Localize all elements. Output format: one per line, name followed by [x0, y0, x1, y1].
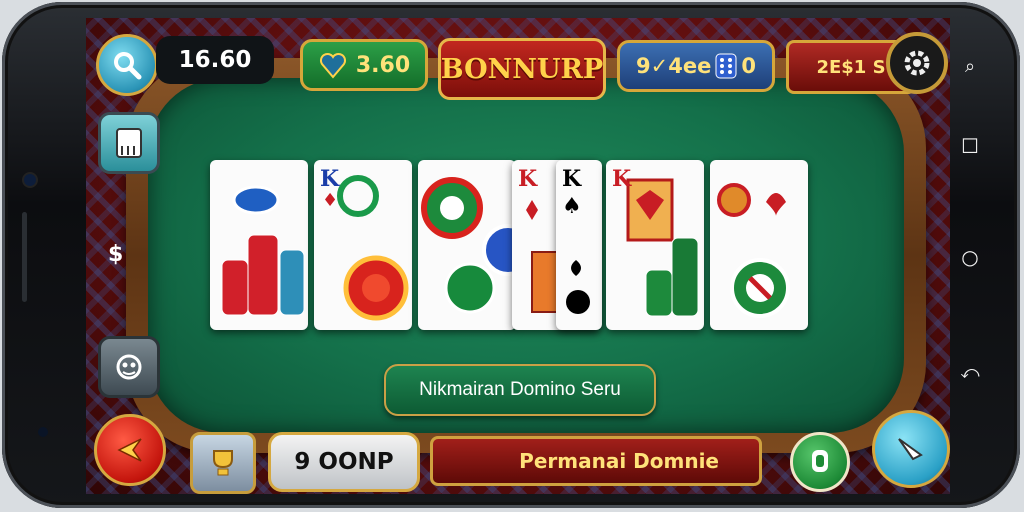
speaker-slot: [22, 212, 27, 302]
trophy-icon: [213, 450, 233, 476]
front-camera: [24, 174, 36, 186]
chip-stack-icon: [221, 185, 305, 316]
trophy-button[interactable]: [190, 432, 256, 494]
coin-balance: 16.60: [156, 36, 274, 84]
game-screen: 16.60 3.60 BONNURP 9✓4ee 0 2E$1 S $ K ♦ …: [86, 18, 950, 494]
robot-button[interactable]: [98, 336, 160, 398]
heart-shield-icon: [319, 52, 346, 79]
back-button[interactable]: [94, 414, 166, 486]
gear-icon: [904, 50, 930, 76]
nav-back-icon[interactable]: ⤺: [958, 360, 982, 384]
search-button[interactable]: [96, 34, 158, 96]
card-2[interactable]: K ♦: [314, 160, 412, 330]
card-5[interactable]: K ♠: [556, 160, 602, 330]
card-rank: K: [320, 166, 340, 192]
chip-icon: [717, 183, 790, 318]
settings-button[interactable]: [886, 32, 948, 94]
phone-frame: ⌕ ☐ ○ ⤺ 16.60 3.60 BONNURP 9✓4ee 0 2E$1 …: [2, 2, 1020, 508]
card-suit: ♦: [322, 190, 339, 211]
spade-icon: [566, 260, 590, 314]
card-6[interactable]: K: [606, 160, 704, 330]
card-rank: K: [612, 166, 632, 192]
chips-value: 9✓4ee: [636, 54, 712, 78]
chips-pill[interactable]: 9✓4ee 0: [617, 40, 775, 92]
nav-recents-icon[interactable]: ☐: [958, 134, 982, 158]
card-3[interactable]: [418, 160, 516, 330]
card-rank: K: [518, 166, 538, 192]
robot-icon: [116, 354, 142, 380]
dice-icon: [715, 53, 737, 79]
footer-title[interactable]: Permanai Domnie: [430, 436, 762, 486]
sensor-dot: [38, 427, 48, 437]
pointer-icon: [898, 438, 923, 461]
nav-home-icon[interactable]: ○: [958, 245, 982, 269]
chips-suffix: 0: [741, 54, 756, 78]
chip-button[interactable]: [790, 432, 850, 492]
score-pill[interactable]: 3.60: [300, 39, 428, 91]
card-7[interactable]: [710, 160, 808, 330]
score-value: 3.60: [355, 52, 411, 78]
green-chip-icon: [421, 177, 516, 314]
dollar-sign: $: [108, 242, 124, 267]
card-1[interactable]: [210, 160, 308, 330]
chip-icon: [812, 450, 828, 472]
bonus-button[interactable]: BONNURP: [438, 38, 606, 100]
search-icon: [114, 52, 142, 80]
wallet-pill[interactable]: 9 OONP: [268, 432, 420, 492]
back-arrow-icon: [117, 438, 142, 462]
notebook-button[interactable]: [98, 112, 160, 174]
notebook-icon: [116, 128, 142, 158]
nav-search-icon[interactable]: ⌕: [958, 54, 982, 78]
table-name-banner[interactable]: Nikmairan Domino Seru: [384, 364, 656, 416]
pointer-button[interactable]: [872, 410, 950, 488]
